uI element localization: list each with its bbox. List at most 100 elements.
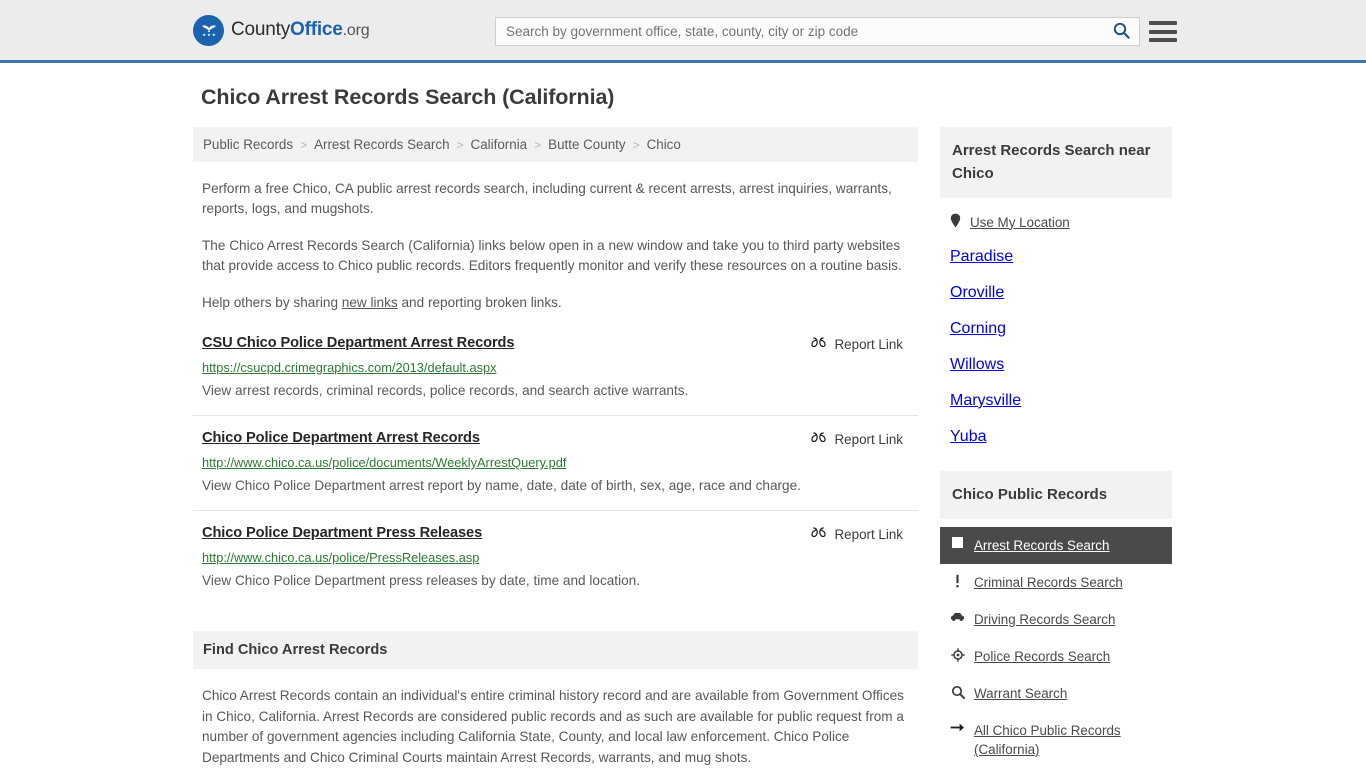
find-records-heading: Find Chico Arrest Records — [193, 631, 918, 669]
result-description: View Chico Police Department press relea… — [202, 573, 640, 588]
sidebar-item-label[interactable]: Warrant Search — [974, 684, 1067, 703]
breadcrumb-separator: > — [534, 137, 542, 152]
use-my-location-row[interactable]: Use My Location — [940, 205, 1172, 239]
nearby-city-row[interactable]: Yuba — [940, 419, 1172, 455]
breadcrumb-item-arrest-records-search[interactable]: Arrest Records Search — [314, 137, 449, 152]
new-links-link[interactable]: new links — [342, 295, 398, 310]
broken-link-icon — [810, 430, 826, 448]
breadcrumb-item-california[interactable]: California — [471, 137, 528, 152]
result-url[interactable]: http://www.chico.ca.us/police/PressRelea… — [202, 550, 909, 565]
site-logo-text: CountyOffice.org — [231, 19, 370, 41]
page-container: Chico Arrest Records Search (California)… — [193, 63, 1173, 768]
sidebar-item-label[interactable]: Driving Records Search — [974, 610, 1115, 629]
search-icon — [1113, 22, 1130, 42]
breadcrumb-separator: > — [632, 137, 640, 152]
map-pin-icon — [950, 213, 961, 231]
nearby-panel-heading: Arrest Records Search near Chico — [940, 127, 1172, 198]
intro-p3-after: and reporting broken links. — [397, 295, 562, 310]
menu-bar-2 — [1149, 29, 1177, 34]
main-column: Public Records > Arrest Records Search >… — [193, 127, 918, 768]
magnifier-icon — [950, 685, 965, 699]
breadcrumb-item-public-records[interactable]: Public Records — [203, 137, 293, 152]
page-title: Chico Arrest Records Search (California) — [201, 85, 615, 109]
sidebar-item-driving-records-search[interactable]: Driving Records Search — [940, 601, 1172, 638]
arrow-right-icon — [950, 722, 965, 733]
site-header: CountyOffice.org — [0, 0, 1366, 63]
nearby-city-row[interactable]: Marysville — [940, 383, 1172, 419]
intro-text: Perform a free Chico, CA public arrest r… — [193, 179, 918, 313]
sidebar-item-criminal-records-search[interactable]: Criminal Records Search — [940, 564, 1172, 601]
sidebar-item-label[interactable]: Arrest Records Search — [974, 536, 1109, 555]
result-url[interactable]: http://www.chico.ca.us/police/documents/… — [202, 455, 909, 470]
logo-text-tld: .org — [342, 22, 370, 39]
nearby-city-link[interactable]: Corning — [950, 320, 1006, 337]
breadcrumb: Public Records > Arrest Records Search >… — [193, 127, 918, 162]
result-title-link[interactable]: Chico Police Department Press Releases — [202, 525, 482, 541]
sidebar-item-label[interactable]: All Chico Public Records (California) — [974, 721, 1162, 759]
nearby-city-link[interactable]: Oroville — [950, 284, 1004, 301]
sidebar-item-label[interactable]: Police Records Search — [974, 647, 1110, 666]
report-link-label: Report Link — [834, 526, 903, 542]
police-badge-icon — [950, 648, 965, 662]
hamburger-menu-icon[interactable] — [1149, 18, 1177, 45]
square-icon — [950, 537, 965, 548]
result-url[interactable]: https://csucpd.crimegraphics.com/2013/de… — [202, 360, 909, 375]
find-records-body: Chico Arrest Records contain an individu… — [193, 686, 918, 768]
nearby-links: Use My Location Paradise Oroville Cornin… — [940, 198, 1172, 455]
search-bar — [495, 17, 1140, 46]
breadcrumb-separator: > — [300, 137, 308, 152]
result-title-link[interactable]: Chico Police Department Arrest Records — [202, 430, 480, 446]
logo-text-office: Office — [290, 19, 343, 40]
broken-link-icon — [810, 525, 826, 543]
menu-bar-3 — [1149, 38, 1177, 42]
car-icon — [950, 611, 965, 622]
result-title-link[interactable]: CSU Chico Police Department Arrest Recor… — [202, 335, 514, 351]
content-columns: Public Records > Arrest Records Search >… — [193, 127, 1173, 768]
results-list: CSU Chico Police Department Arrest Recor… — [193, 335, 918, 605]
public-records-list: Arrest Records Search Criminal Records S… — [940, 527, 1172, 768]
report-link-button[interactable]: Report Link — [810, 525, 903, 543]
use-my-location-link[interactable]: Use My Location — [970, 215, 1070, 230]
report-link-label: Report Link — [834, 336, 903, 352]
sidebar-item-arrest-records-search[interactable]: Arrest Records Search — [940, 527, 1172, 564]
sidebar-item-police-records-search[interactable]: Police Records Search — [940, 638, 1172, 675]
result-description: View arrest records, criminal records, p… — [202, 383, 689, 398]
nearby-city-row[interactable]: Oroville — [940, 275, 1172, 311]
report-link-button[interactable]: Report Link — [810, 335, 903, 353]
broken-link-icon — [810, 335, 826, 353]
breadcrumb-item-butte-county[interactable]: Butte County — [548, 137, 625, 152]
nearby-city-row[interactable]: Corning — [940, 311, 1172, 347]
report-link-label: Report Link — [834, 431, 903, 447]
report-link-button[interactable]: Report Link — [810, 430, 903, 448]
menu-bar-1 — [1149, 21, 1177, 25]
nearby-city-link[interactable]: Paradise — [950, 248, 1013, 265]
intro-p3-before: Help others by sharing — [202, 295, 342, 310]
breadcrumb-separator: > — [456, 137, 464, 152]
result-header: Chico Police Department Press Releases R… — [202, 525, 909, 543]
result-item: CSU Chico Police Department Arrest Recor… — [193, 335, 918, 416]
result-header: Chico Police Department Arrest Records R… — [202, 430, 909, 448]
site-logo[interactable]: CountyOffice.org — [193, 14, 370, 46]
nearby-city-link[interactable]: Yuba — [950, 428, 986, 445]
result-description: View Chico Police Department arrest repo… — [202, 478, 801, 493]
nearby-city-link[interactable]: Marysville — [950, 392, 1021, 409]
breadcrumb-item-chico: Chico — [646, 137, 681, 152]
intro-paragraph-2: The Chico Arrest Records Search (Califor… — [202, 238, 902, 273]
result-item: Chico Police Department Press Releases R… — [193, 525, 918, 605]
nearby-city-link[interactable]: Willows — [950, 356, 1004, 373]
nearby-city-row[interactable]: Willows — [940, 347, 1172, 383]
eagle-seal-icon — [193, 14, 224, 46]
nearby-city-row[interactable]: Paradise — [940, 239, 1172, 275]
result-item: Chico Police Department Arrest Records R… — [193, 430, 918, 511]
public-records-panel-heading: Chico Public Records — [940, 471, 1172, 519]
search-button[interactable] — [1103, 18, 1139, 45]
sidebar: Arrest Records Search near Chico Use My … — [940, 127, 1172, 768]
result-header: CSU Chico Police Department Arrest Recor… — [202, 335, 909, 353]
sidebar-item-label[interactable]: Criminal Records Search — [974, 573, 1123, 592]
intro-paragraph-3: Help others by sharing new links and rep… — [202, 293, 909, 313]
sidebar-item-all-public-records[interactable]: All Chico Public Records (California) — [940, 712, 1172, 768]
exclamation-icon — [950, 574, 965, 588]
search-input[interactable] — [496, 18, 1103, 45]
logo-text-county: County — [231, 19, 291, 40]
sidebar-item-warrant-search[interactable]: Warrant Search — [940, 675, 1172, 712]
